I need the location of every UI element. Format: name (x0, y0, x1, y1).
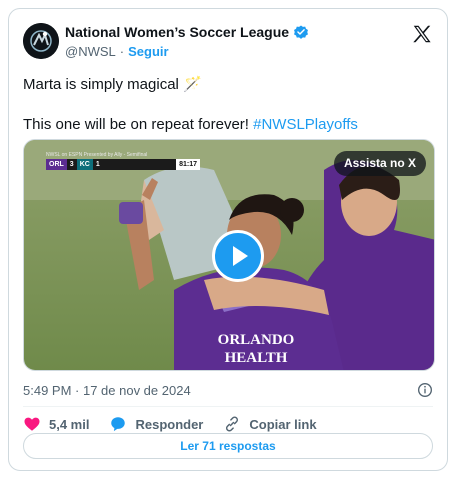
match-clock: 81:17 (176, 159, 200, 170)
info-icon[interactable] (417, 382, 433, 398)
nwsl-avatar[interactable] (23, 23, 59, 59)
account-name[interactable]: National Women’s Soccer League (65, 24, 289, 40)
play-icon (233, 246, 248, 266)
name-row: National Women’s Soccer League (65, 24, 309, 40)
post-line-1: Marta is simply magical 🪄 (23, 76, 202, 93)
post-line-2-text: This one will be on repeat forever! (23, 116, 254, 133)
play-button[interactable] (212, 230, 264, 282)
team-kc: KC (76, 159, 93, 170)
handle-row: @NWSL · Seguir (65, 44, 169, 59)
video-player[interactable]: ORLANDO HEALTH NWSL on ESPN Presented by… (23, 139, 435, 371)
post-header: National Women’s Soccer League @NWSL · S… (23, 23, 433, 67)
read-replies-button[interactable]: Ler 71 respostas (23, 433, 433, 459)
reply-bubble-icon (111, 417, 126, 432)
hashtag-link[interactable]: #NWSLPlayoffs (253, 116, 358, 133)
post-card: National Women’s Soccer League @NWSL · S… (8, 8, 448, 471)
jersey-text-line-2: HEALTH (225, 350, 288, 366)
post-line-2: This one will be on repeat forever! #NWS… (23, 115, 433, 135)
score-orl: 3 (69, 161, 74, 168)
account-handle[interactable]: @NWSL (65, 44, 116, 59)
nwsl-logo-icon (23, 23, 59, 59)
x-logo-icon[interactable] (411, 23, 433, 45)
jersey-text-line-1: ORLANDO (218, 332, 295, 348)
watch-on-x-button[interactable]: Assista no X (333, 151, 426, 176)
link-icon (226, 416, 239, 432)
divider (23, 406, 433, 407)
scorebug-header: NWSL on ESPN Presented by Ally - Semifin… (46, 152, 148, 158)
scorebug-row: ORL 3 KC 1 81:17 (46, 159, 200, 170)
team-orl: ORL (46, 159, 67, 170)
heart-icon (24, 417, 40, 431)
scorebug: NWSL on ESPN Presented by Ally - Semifin… (46, 152, 200, 174)
score-kc: 1 (95, 161, 100, 168)
handle-separator: · (119, 44, 125, 59)
reply-label: Responder (135, 416, 204, 432)
like-count: 5,4 mil (49, 416, 90, 432)
post-timestamp[interactable]: 5:49 PM · 17 de nov de 2024 (23, 383, 191, 398)
copy-link-label: Copiar link (249, 416, 317, 432)
follow-button[interactable]: Seguir (128, 44, 168, 59)
post-text: Marta is simply magical 🪄 This one will … (23, 75, 433, 135)
verified-badge-icon (294, 25, 309, 39)
